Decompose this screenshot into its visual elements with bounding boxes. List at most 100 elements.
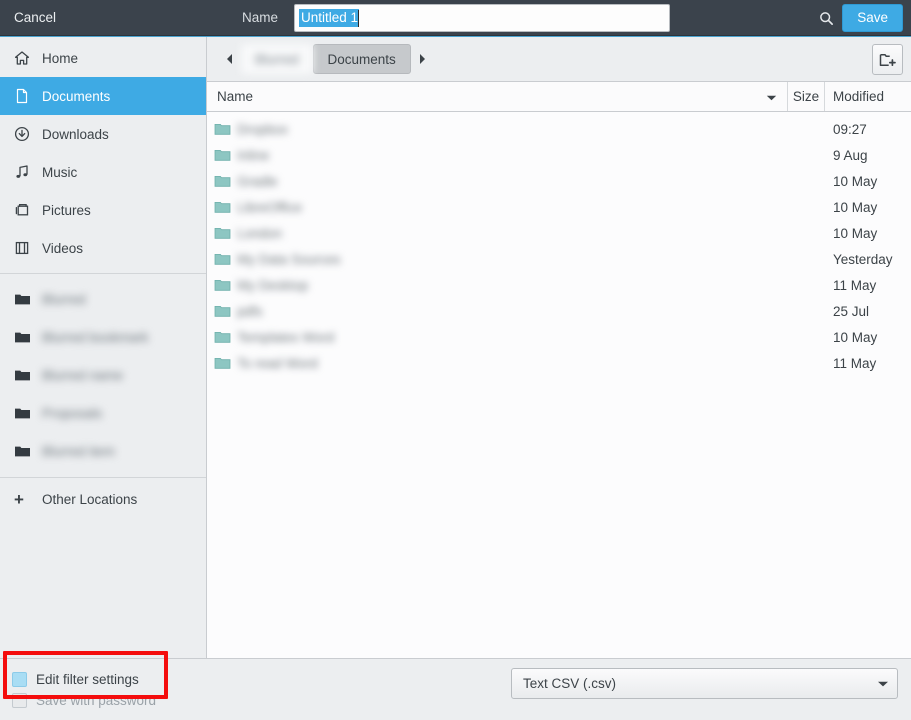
table-row[interactable]: Inline 9 Aug — [207, 142, 911, 168]
sidebar-bookmark-label: Blurred name — [42, 368, 123, 383]
table-row[interactable]: My Data Sources Yesterday — [207, 246, 911, 272]
bottom-options: Edit filter settings Save with password — [0, 672, 156, 708]
file-modified: 09:27 — [825, 122, 911, 137]
sidebar-item-label: Home — [42, 51, 78, 66]
music-icon — [14, 164, 38, 180]
folder-icon — [207, 252, 237, 266]
sidebar-item-music[interactable]: Music — [0, 153, 206, 191]
table-row[interactable]: Gradle 10 May — [207, 168, 911, 194]
document-icon — [14, 88, 38, 104]
chevron-left-icon[interactable] — [219, 45, 241, 73]
folder-icon — [207, 174, 237, 188]
breadcrumb-item-documents[interactable]: Documents — [313, 44, 411, 74]
sidebar-bookmark-1[interactable]: Blurred — [0, 280, 206, 318]
download-icon — [14, 126, 38, 142]
sidebar-item-label: Other Locations — [42, 492, 137, 507]
column-header-size[interactable]: Size — [788, 82, 825, 111]
text-caret — [358, 10, 359, 27]
save-button[interactable]: Save — [842, 4, 903, 32]
file-modified: 10 May — [825, 200, 911, 215]
file-name: pdfs — [237, 304, 788, 319]
file-type-value: Text CSV (.csv) — [523, 676, 877, 691]
sidebar-item-videos[interactable]: Videos — [0, 229, 206, 267]
save-with-password-label: Save with password — [36, 693, 156, 708]
new-folder-icon[interactable] — [872, 44, 903, 75]
column-header-size-label: Size — [793, 89, 819, 104]
file-name: Templates Word — [237, 330, 788, 345]
sidebar-bookmark-3[interactable]: Blurred name — [0, 356, 206, 394]
file-modified: 10 May — [825, 174, 911, 189]
sidebar-item-label: Music — [42, 165, 77, 180]
file-browser: Blurred Documents Name — [207, 37, 911, 658]
table-row[interactable]: To read Word 11 May — [207, 350, 911, 376]
sidebar-bookmark-label: Proposals — [42, 406, 102, 421]
filename-input-value: Untitled 1 — [299, 9, 359, 27]
search-icon[interactable] — [812, 6, 840, 30]
folder-icon — [14, 368, 38, 382]
sidebar-bookmark-label: Blurred bookmark — [42, 330, 149, 345]
sidebar-item-pictures[interactable]: Pictures — [0, 191, 206, 229]
table-row[interactable]: Templates Word 10 May — [207, 324, 911, 350]
column-header-modified[interactable]: Modified — [825, 82, 911, 111]
sidebar-item-downloads[interactable]: Downloads — [0, 115, 206, 153]
sidebar: Home Documents Downloads — [0, 37, 207, 658]
save-with-password-checkbox[interactable]: Save with password — [12, 693, 156, 708]
sidebar-bookmark-label: Blurred — [42, 292, 86, 307]
table-row[interactable]: Dropbox 09:27 — [207, 116, 911, 142]
folder-icon — [14, 444, 38, 458]
file-modified: Yesterday — [825, 252, 911, 267]
folder-icon — [207, 330, 237, 344]
column-header-name-label: Name — [217, 89, 253, 104]
file-modified: 10 May — [825, 226, 911, 241]
table-row[interactable]: pdfs 25 Jul — [207, 298, 911, 324]
sidebar-item-home[interactable]: Home — [0, 39, 206, 77]
path-bar: Blurred Documents — [207, 37, 911, 82]
folder-icon — [14, 292, 38, 306]
folder-icon — [207, 122, 237, 136]
chevron-down-icon — [877, 676, 889, 691]
sidebar-places: Home Documents Downloads — [0, 37, 206, 267]
file-modified: 10 May — [825, 330, 911, 345]
file-list[interactable]: Dropbox 09:27 Inline 9 Aug Gradle 10 May — [207, 112, 911, 658]
chevron-down-icon — [766, 89, 777, 104]
folder-icon — [207, 200, 237, 214]
header-bar: Cancel Name Untitled 1 Save — [0, 0, 911, 36]
sidebar-divider — [0, 273, 206, 274]
table-row[interactable]: My Desktop 11 May — [207, 272, 911, 298]
file-name: Gradle — [237, 174, 788, 189]
file-type-dropdown[interactable]: Text CSV (.csv) — [511, 668, 898, 699]
home-icon — [14, 50, 38, 66]
sidebar-item-label: Downloads — [42, 127, 109, 142]
file-name: My Data Sources — [237, 252, 788, 267]
checkbox-icon — [12, 672, 27, 687]
sidebar-bookmark-2[interactable]: Blurred bookmark — [0, 318, 206, 356]
dialog-body: Home Documents Downloads — [0, 36, 911, 658]
column-headers: Name Size Modified — [207, 82, 911, 112]
table-row[interactable]: London 10 May — [207, 220, 911, 246]
file-name: London — [237, 226, 788, 241]
sidebar-other-section: + Other Locations — [0, 477, 206, 518]
plus-icon: + — [14, 491, 38, 508]
sidebar-item-other-locations[interactable]: + Other Locations — [0, 480, 206, 518]
filename-input[interactable]: Untitled 1 — [294, 4, 670, 32]
folder-icon — [207, 148, 237, 162]
sidebar-item-documents[interactable]: Documents — [0, 77, 206, 115]
folder-icon — [207, 226, 237, 240]
sidebar-item-label: Videos — [42, 241, 83, 256]
column-header-name[interactable]: Name — [207, 82, 788, 111]
table-row[interactable]: LibreOffice 10 May — [207, 194, 911, 220]
file-modified: 25 Jul — [825, 304, 911, 319]
name-label: Name — [242, 0, 278, 36]
folder-icon — [14, 406, 38, 420]
file-name: Inline — [237, 148, 788, 163]
edit-filter-settings-checkbox[interactable]: Edit filter settings — [12, 672, 156, 687]
chevron-right-icon[interactable] — [411, 45, 433, 73]
file-modified: 11 May — [825, 278, 911, 293]
cancel-button[interactable]: Cancel — [0, 1, 70, 35]
file-name: LibreOffice — [237, 200, 788, 215]
breadcrumb-item-home[interactable]: Blurred — [241, 44, 313, 74]
sidebar-bookmark-4[interactable]: Proposals — [0, 394, 206, 432]
video-icon — [14, 240, 38, 256]
sidebar-bookmark-5[interactable]: Blurred item — [0, 432, 206, 470]
sidebar-bookmark-label: Blurred item — [42, 444, 115, 459]
